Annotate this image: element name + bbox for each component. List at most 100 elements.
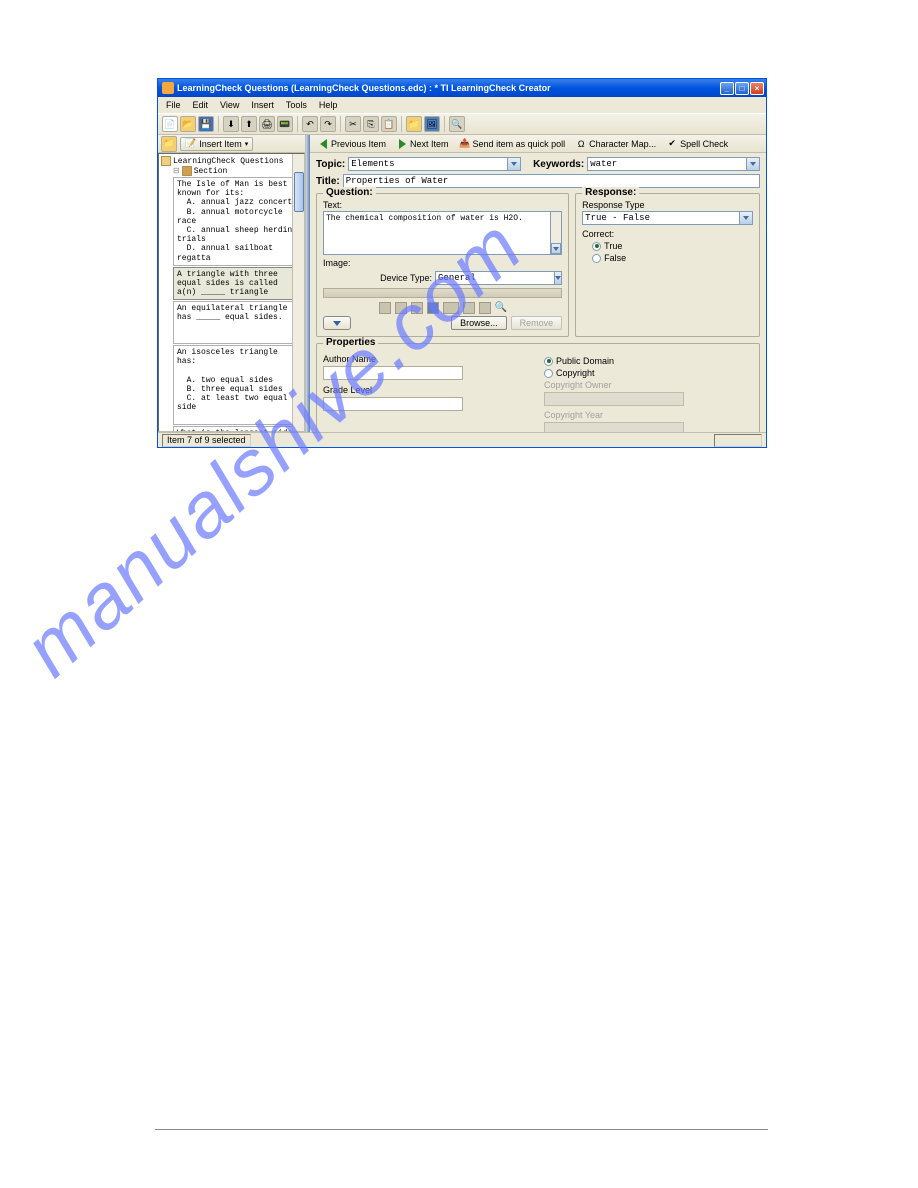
cut-icon[interactable]: ✂ [345,116,361,132]
radio-copyright[interactable]: Copyright [544,368,753,378]
title-label: Title: [316,176,340,187]
question-tree[interactable]: LearningCheck Questions ⊟ Section The Is… [158,153,305,432]
image-toolbar: 🔍 [323,302,562,314]
image-options-dropdown[interactable] [323,316,351,330]
text-label: Text: [323,200,562,210]
previous-item-button[interactable]: Previous Item [313,137,390,151]
response-type-select[interactable] [582,211,739,225]
question-item[interactable]: The Isle of Man is best known for its: A… [173,177,302,266]
img-tool-4-icon[interactable] [427,302,439,314]
undo-icon[interactable]: ↶ [302,116,318,132]
question-item[interactable]: An isosceles triangle has: A. two equal … [173,345,302,425]
paste-icon[interactable]: 📋 [381,116,397,132]
open-icon[interactable]: 📂 [180,116,196,132]
copyright-owner-label: Copyright Owner [544,380,753,390]
response-panel: Response: Response Type Correct: True [575,193,760,337]
preview-icon[interactable]: 🔍 [449,116,465,132]
next-item-button[interactable]: Next Item [392,137,453,151]
question-panel: Question: Text: Image: Device Type: [316,193,569,337]
grade-level-label: Grade Level [323,385,532,395]
print-icon[interactable]: 🖨 [259,116,275,132]
device-type-dropdown[interactable] [554,271,562,285]
device-type-select[interactable] [435,271,554,285]
new-icon[interactable]: 📄 [162,116,178,132]
copyright-owner-input [544,392,684,406]
menu-help[interactable]: Help [313,99,344,111]
radio-true[interactable]: True [592,241,753,251]
section-icon [182,166,192,176]
browse-button[interactable]: Browse... [451,316,507,330]
author-name-input[interactable] [323,366,463,380]
img-tool-6-icon[interactable] [463,302,475,314]
content-area: 📁 📝 Insert Item ▾ LearningCheck Question… [158,135,766,432]
redo-icon[interactable]: ↷ [320,116,336,132]
tree-scrollbar[interactable] [292,154,304,431]
keywords-label: Keywords: [533,159,584,170]
grade-level-input[interactable] [323,397,463,411]
tree-section[interactable]: ⊟ Section [159,166,304,176]
upload-icon[interactable]: ⬆ [241,116,257,132]
arrow-right-icon [396,138,408,150]
image-icon[interactable]: 🖼 [424,116,440,132]
spell-check-button[interactable]: ✔ Spell Check [662,137,732,151]
dropdown-arrow-icon: ▾ [245,140,249,148]
img-tool-5-icon[interactable] [443,302,459,314]
response-type-dropdown[interactable] [739,211,753,225]
tree-nav-icon[interactable]: 📁 [161,136,177,152]
maximize-button[interactable]: □ [735,82,749,95]
question-item[interactable]: An equilateral triangle has _____ equal … [173,301,302,344]
minimize-button[interactable]: _ [720,82,734,95]
menu-tools[interactable]: Tools [280,99,313,111]
question-legend: Question: [323,187,376,198]
page-rule [155,1129,768,1130]
document-icon [161,156,171,166]
remove-button: Remove [511,316,563,330]
tree-root[interactable]: LearningCheck Questions [159,154,304,166]
app-window: LearningCheck Questions (LearningCheck Q… [157,78,767,448]
right-panel: Previous Item Next Item 📤 Send item as q… [310,135,766,432]
charmap-icon: Ω [575,138,587,150]
radio-icon [592,254,601,263]
menu-view[interactable]: View [214,99,245,111]
radio-icon [544,357,553,366]
radio-public-domain[interactable]: Public Domain [544,356,753,366]
copy-icon[interactable]: ⎘ [363,116,379,132]
topic-dropdown-button[interactable] [507,157,521,171]
img-tool-1-icon[interactable] [379,302,391,314]
window-title: LearningCheck Questions (LearningCheck Q… [177,83,720,93]
character-map-button[interactable]: Ω Character Map... [571,137,660,151]
send-icon: 📤 [459,138,471,150]
send-quick-poll-button[interactable]: 📤 Send item as quick poll [455,137,570,151]
folder-icon[interactable]: 📁 [406,116,422,132]
response-legend: Response: [582,187,639,198]
text-scroll-down[interactable] [551,243,561,254]
keywords-input[interactable] [587,157,746,171]
copyright-year-label: Copyright Year [544,410,753,420]
menu-file[interactable]: File [160,99,187,111]
menu-edit[interactable]: Edit [187,99,215,111]
question-text-input[interactable] [323,211,551,255]
right-toolbar: Previous Item Next Item 📤 Send item as q… [310,135,766,153]
statusbar: Item 7 of 9 selected [158,432,766,447]
title-input[interactable] [343,174,760,188]
close-button[interactable]: × [750,82,764,95]
img-tool-8-icon[interactable]: 🔍 [495,302,507,314]
insert-item-button[interactable]: 📝 Insert Item ▾ [180,137,253,151]
img-tool-7-icon[interactable] [479,302,491,314]
topic-input[interactable] [348,157,507,171]
img-tool-3-icon[interactable] [411,302,423,314]
correct-label: Correct: [582,229,753,239]
download-icon[interactable]: ⬇ [223,116,239,132]
keywords-dropdown-button[interactable] [746,157,760,171]
save-icon[interactable]: 💾 [198,116,214,132]
img-tool-2-icon[interactable] [395,302,407,314]
image-label: Image: [323,258,562,268]
device-icon[interactable]: 📟 [277,116,293,132]
question-item[interactable]: What is the longest side of a right tria… [173,426,302,433]
question-item[interactable]: A triangle with three equal sides is cal… [173,267,302,301]
author-name-label: Author Name [323,354,532,364]
scroll-thumb[interactable] [294,172,304,212]
status-text: Item 7 of 9 selected [162,434,251,447]
radio-false[interactable]: False [592,253,753,263]
menu-insert[interactable]: Insert [245,99,280,111]
